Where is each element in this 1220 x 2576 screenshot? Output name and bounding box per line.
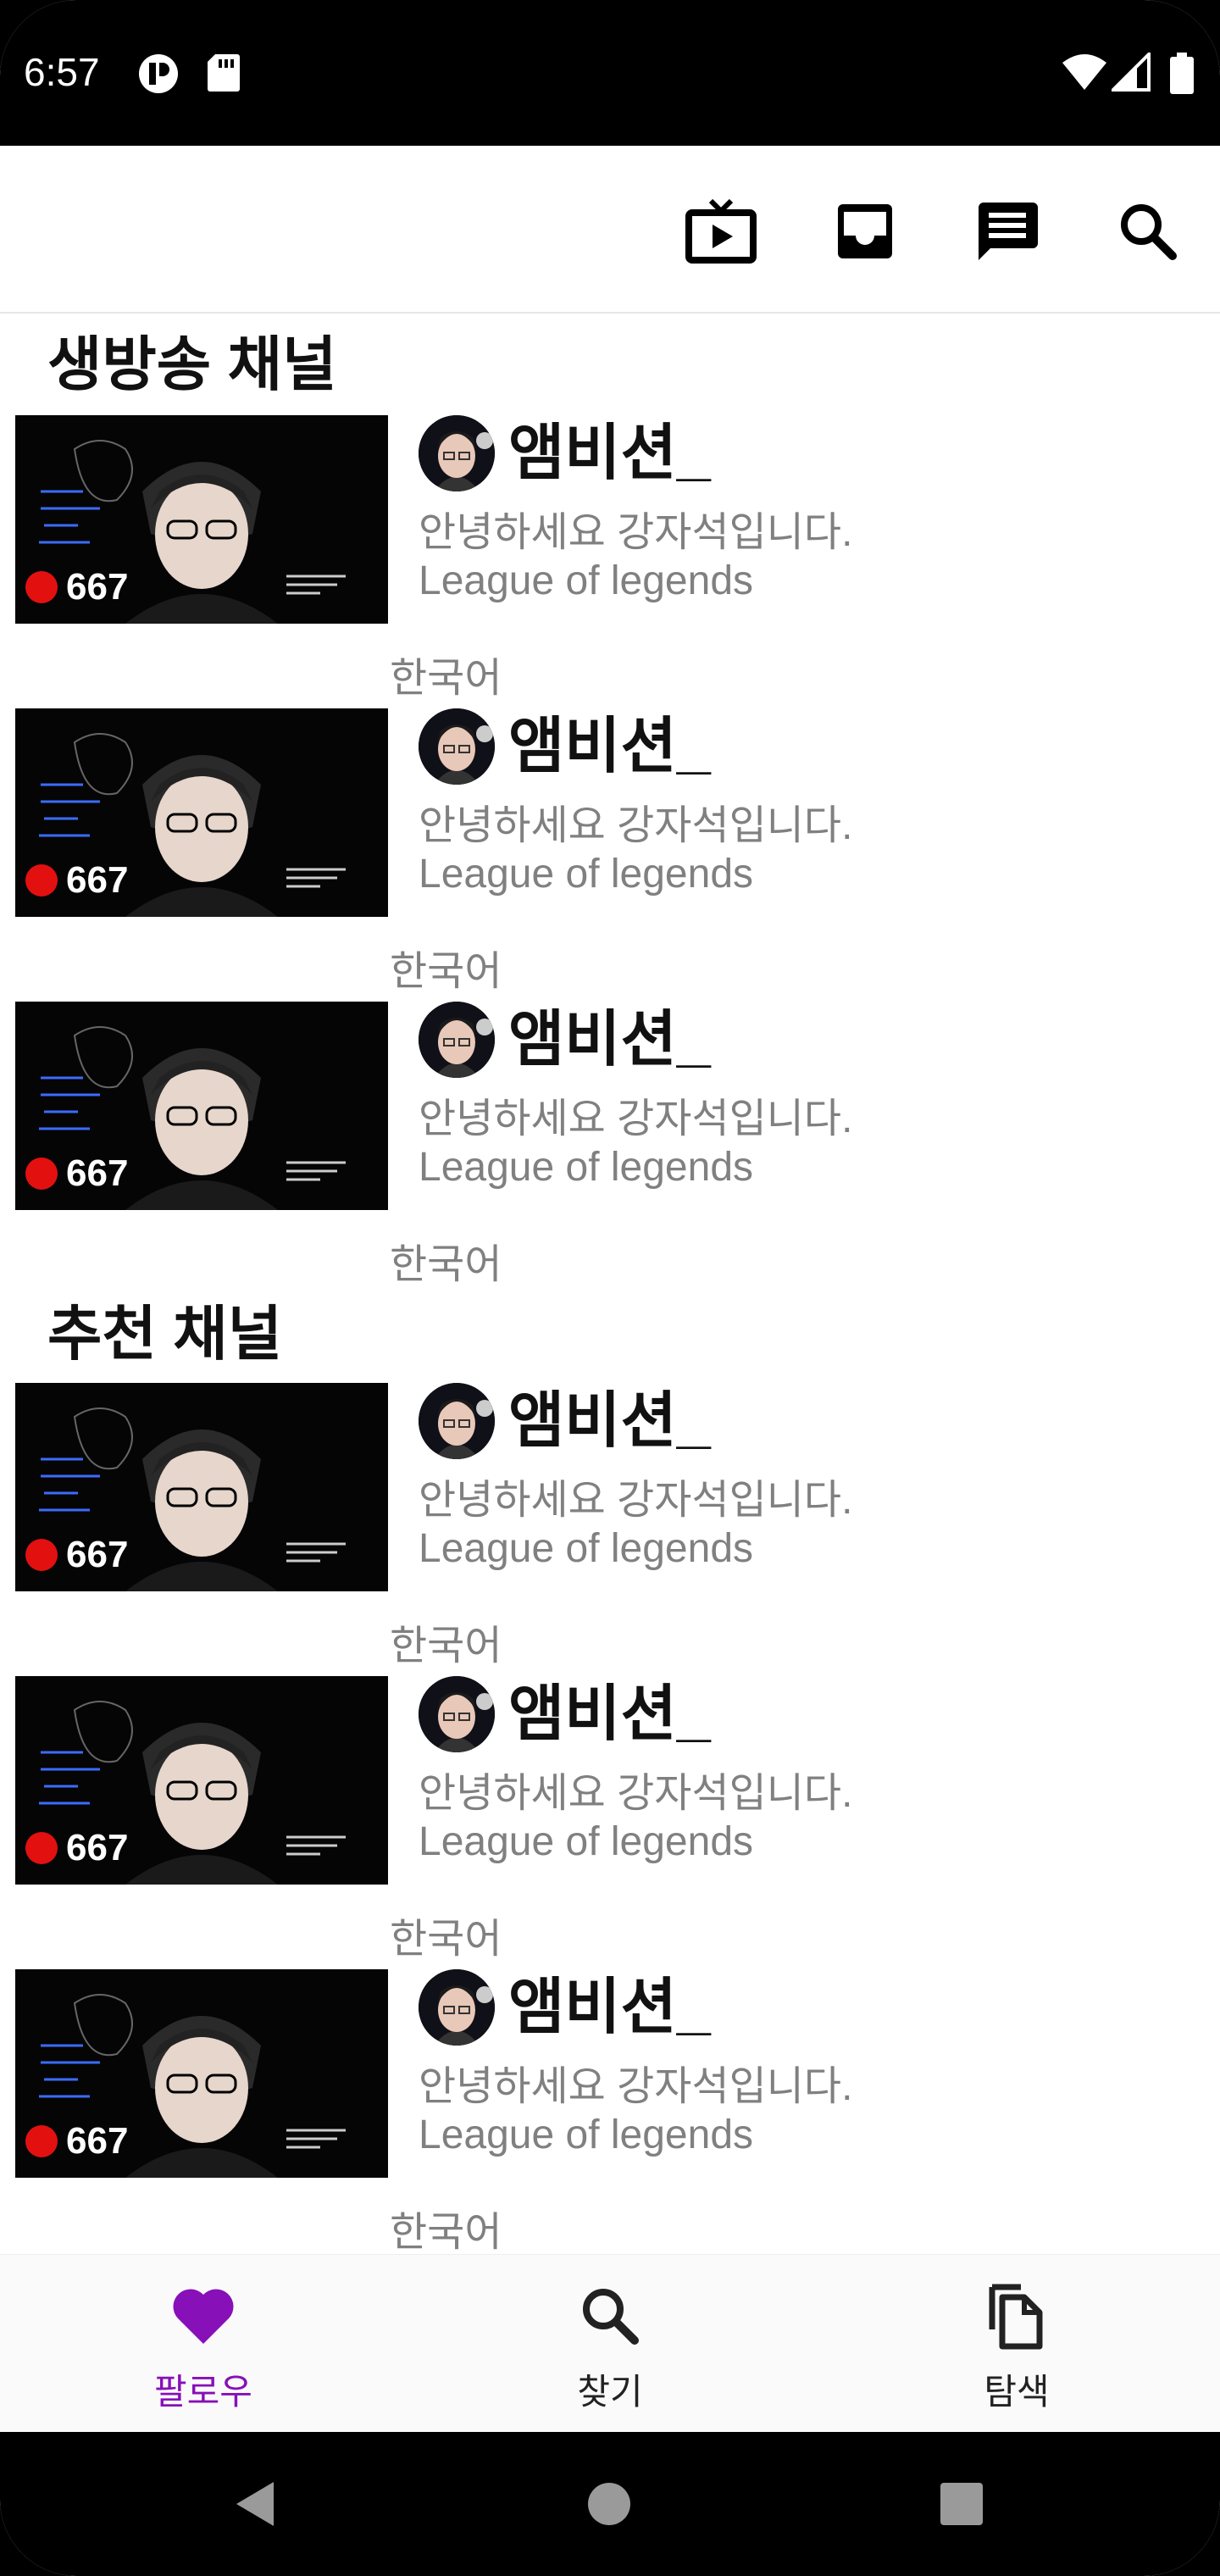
cellular-signal-icon xyxy=(1112,53,1151,92)
bottom-navigation: 팔로우 찾기 탐색 xyxy=(0,2254,1220,2433)
system-recents-button[interactable] xyxy=(923,2466,1000,2542)
battery-icon xyxy=(1170,53,1194,94)
stream-title: 안녕하세요 강자석입니다. xyxy=(419,2064,853,2109)
search-icon xyxy=(583,2289,639,2345)
avatar-image xyxy=(419,1383,495,1459)
game-name: League of legends xyxy=(419,1819,754,1864)
language-tag: 한국어 xyxy=(390,1624,502,1668)
nav-follow-tab[interactable]: 팔로우 xyxy=(76,2280,330,2416)
stream-title: 안녕하세요 강자석입니다. xyxy=(419,510,853,555)
viewer-count: 667 xyxy=(25,1827,128,1869)
channel-name[interactable]: 앰비션_ xyxy=(508,1003,711,1076)
chat-icon xyxy=(979,203,1038,260)
status-time: 6:57 xyxy=(24,50,100,94)
nav-follow-label: 팔로우 xyxy=(154,2372,252,2412)
channel-row[interactable]: 667 앰비션_ 안녕하세요 강자석입니다. League of legends… xyxy=(0,1002,1220,1295)
avatar[interactable] xyxy=(419,708,495,785)
live-indicator-icon xyxy=(25,571,58,603)
channel-list: 생방송 채널 667 앰비션_ 안녕하세요 강자석입니다. League of … xyxy=(0,314,1220,2254)
search-icon xyxy=(1121,204,1177,260)
live-indicator-icon xyxy=(25,1158,58,1190)
system-home-button[interactable] xyxy=(571,2466,647,2542)
stream-thumbnail[interactable]: 667 xyxy=(15,1676,388,1885)
viewer-count: 667 xyxy=(25,2120,128,2162)
stream-thumbnail[interactable]: 667 xyxy=(15,415,388,624)
language-tag: 한국어 xyxy=(390,656,502,701)
language-tag: 한국어 xyxy=(390,2210,502,2254)
live-tv-button[interactable] xyxy=(683,193,759,269)
back-icon xyxy=(236,2482,274,2526)
stream-title: 안녕하세요 강자석입니다. xyxy=(419,1771,853,1816)
stream-thumbnail[interactable]: 667 xyxy=(15,708,388,917)
channel-name[interactable]: 앰비션_ xyxy=(508,1385,711,1457)
app-bar xyxy=(0,146,1220,314)
viewer-count: 667 xyxy=(25,566,128,608)
avatar[interactable] xyxy=(419,1002,495,1078)
language-tag: 한국어 xyxy=(390,1242,502,1287)
stream-title: 안녕하세요 강자석입니다. xyxy=(419,1096,853,1141)
avatar-image xyxy=(419,1676,495,1752)
avatar-image xyxy=(419,708,495,785)
nav-find-label: 찾기 xyxy=(577,2372,643,2412)
live-tv-icon xyxy=(685,199,757,264)
messages-button[interactable] xyxy=(969,193,1045,269)
avatar[interactable] xyxy=(419,415,495,491)
channel-name[interactable]: 앰비션_ xyxy=(508,1678,711,1751)
home-icon xyxy=(588,2483,630,2525)
heart-icon xyxy=(173,2289,234,2344)
stream-thumbnail[interactable]: 667 xyxy=(15,1383,388,1591)
game-name: League of legends xyxy=(419,558,754,603)
channel-row[interactable]: 667 앰비션_ 안녕하세요 강자석입니다. League of legends… xyxy=(0,415,1220,708)
avatar[interactable] xyxy=(419,1969,495,2046)
privacy-indicator-icon xyxy=(139,54,178,93)
nav-browse-tab[interactable]: 탐색 xyxy=(890,2280,1144,2416)
game-name: League of legends xyxy=(419,1526,754,1571)
live-indicator-icon xyxy=(25,1539,58,1571)
viewer-count: 667 xyxy=(25,859,128,902)
channel-name[interactable]: 앰비션_ xyxy=(508,417,711,490)
recents-icon xyxy=(940,2483,983,2525)
language-tag: 한국어 xyxy=(390,949,502,994)
game-name: League of legends xyxy=(419,1145,754,1190)
search-button[interactable] xyxy=(1110,193,1186,269)
browse-icon xyxy=(989,2284,1043,2350)
live-indicator-icon xyxy=(25,864,58,897)
inbox-button[interactable] xyxy=(827,193,903,269)
game-name: League of legends xyxy=(419,852,754,897)
nav-browse-label: 탐색 xyxy=(984,2372,1050,2412)
system-navigation-bar xyxy=(0,2432,1220,2576)
section-title-recommended: 추천 채널 xyxy=(47,1301,283,1367)
stream-thumbnail[interactable]: 667 xyxy=(15,1002,388,1210)
stream-thumbnail[interactable]: 667 xyxy=(15,1969,388,2178)
stream-title: 안녕하세요 강자석입니다. xyxy=(419,1478,853,1523)
system-back-button[interactable] xyxy=(217,2466,293,2542)
wifi-icon xyxy=(1062,54,1106,90)
avatar-image xyxy=(419,1969,495,2046)
channel-row[interactable]: 667 앰비션_ 안녕하세요 강자석입니다. League of legends… xyxy=(0,1383,1220,1676)
status-bar: 6:57 xyxy=(0,0,1220,146)
avatar[interactable] xyxy=(419,1383,495,1459)
nav-find-tab[interactable]: 찾기 xyxy=(483,2280,737,2416)
language-tag: 한국어 xyxy=(390,1917,502,1962)
channel-name[interactable]: 앰비션_ xyxy=(508,710,711,783)
live-indicator-icon xyxy=(25,2125,58,2157)
channel-name[interactable]: 앰비션_ xyxy=(508,1971,711,2044)
stream-title: 안녕하세요 강자석입니다. xyxy=(419,803,853,848)
channel-row[interactable]: 667 앰비션_ 안녕하세요 강자석입니다. League of legends… xyxy=(0,708,1220,1002)
avatar[interactable] xyxy=(419,1676,495,1752)
sd-card-icon xyxy=(208,54,240,92)
channel-row[interactable]: 667 앰비션_ 안녕하세요 강자석입니다. League of legends… xyxy=(0,1676,1220,1969)
viewer-count: 667 xyxy=(25,1152,128,1195)
inbox-icon xyxy=(838,204,892,258)
app-screen: 6:57 생방송 채널 667 앰비션_ 안녕하세요 강자석입니다. Leagu… xyxy=(0,0,1220,2576)
live-indicator-icon xyxy=(25,1832,58,1864)
viewer-count: 667 xyxy=(25,1534,128,1576)
channel-row[interactable]: 667 앰비션_ 안녕하세요 강자석입니다. League of legends… xyxy=(0,1969,1220,2254)
game-name: League of legends xyxy=(419,2112,754,2157)
avatar-image xyxy=(419,415,495,491)
avatar-image xyxy=(419,1002,495,1078)
section-title-live: 생방송 채널 xyxy=(47,331,337,397)
